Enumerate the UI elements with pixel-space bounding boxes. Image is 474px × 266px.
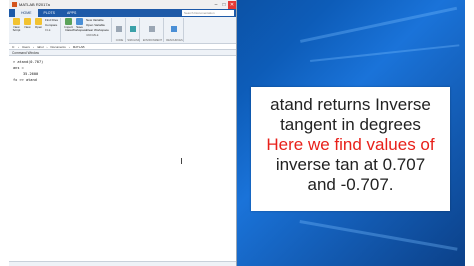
breadcrumb-part[interactable]: Documents (51, 45, 66, 49)
right-letterbox-bar (465, 0, 474, 266)
card-line: atand returns Inverse (270, 95, 431, 114)
simulink-icon (130, 26, 137, 32)
ribbon-tabs: HOME PLOTS APPS Search Documentation (9, 9, 236, 17)
save-workspace-icon (76, 18, 84, 25)
matlab-logo-icon (12, 2, 17, 7)
save-workspace-button[interactable]: Save Workspace (72, 18, 87, 33)
card-line: tangent in degrees (280, 115, 421, 134)
status-bar (9, 261, 236, 266)
code-icon (116, 26, 123, 32)
environment-icon (149, 26, 156, 32)
tab-home[interactable]: HOME (15, 9, 38, 17)
minimize-button[interactable]: – (212, 1, 220, 9)
new-script-button[interactable]: New Script (11, 18, 22, 33)
breadcrumb-part[interactable]: rahul (37, 45, 44, 49)
matlab-window: MATLAB R2017a – □ ✕ HOME PLOTS APPS Sear… (9, 0, 237, 266)
card-line: inverse tan at 0.707 (275, 155, 426, 174)
resources-group[interactable]: RESOURCES (166, 18, 184, 42)
tab-plots[interactable]: PLOTS (38, 9, 61, 17)
variable-actions: New Variable Open Variable Clear Workspa… (86, 18, 109, 38)
file-actions: Find Files Compare FILE (45, 18, 58, 33)
desktop-light-beam (300, 6, 458, 43)
annotation-card: atand returns Inverse tangent in degrees… (251, 87, 450, 211)
close-button[interactable]: ✕ (228, 0, 236, 9)
card-line: and -0.707. (307, 175, 394, 194)
window-controls: – □ ✕ (212, 0, 236, 9)
desktop-light-beam (310, 44, 460, 62)
new-script-icon (13, 18, 20, 25)
breadcrumb-part[interactable]: C: (12, 45, 15, 49)
open-folder-icon (35, 18, 42, 25)
search-input[interactable]: Search Documentation (182, 10, 234, 16)
breadcrumb-part[interactable]: Users (22, 45, 30, 49)
text-cursor (181, 158, 182, 164)
open-button[interactable]: Open (33, 18, 44, 29)
new-button[interactable]: New (22, 18, 33, 29)
tab-apps[interactable]: APPS (61, 9, 82, 17)
variable-group-label: VARIABLE (86, 34, 99, 37)
breadcrumb-part[interactable]: MATLAB (73, 45, 85, 49)
ribbon-toolstrip: New Script New Open Find Files Compare F… (9, 17, 236, 44)
resources-icon (171, 26, 178, 32)
file-group: New Script New Open Find Files Compare F… (11, 18, 62, 42)
command-window[interactable]: > atand(0.707) ans = 35.2600 fx >> atand (9, 56, 236, 86)
card-highlight-line: Here we find values of (266, 135, 435, 154)
variable-group: Import Data Save Workspace New Variable … (63, 18, 112, 42)
title-bar: MATLAB R2017a – □ ✕ (9, 0, 236, 9)
left-letterbox-bar (0, 0, 9, 266)
environment-group[interactable]: ENVIRONMENT (142, 18, 164, 42)
simulink-group[interactable]: SIMULINK (127, 18, 140, 42)
file-group-label: FILE (45, 29, 51, 32)
maximize-button[interactable]: □ (220, 1, 228, 9)
import-data-icon (65, 18, 73, 25)
desktop-light-beam (299, 220, 458, 251)
new-icon (24, 18, 31, 25)
code-group[interactable]: CODE (114, 18, 126, 42)
command-prompt[interactable]: fx >> atand (13, 77, 232, 83)
window-title: MATLAB R2017a (19, 2, 50, 7)
